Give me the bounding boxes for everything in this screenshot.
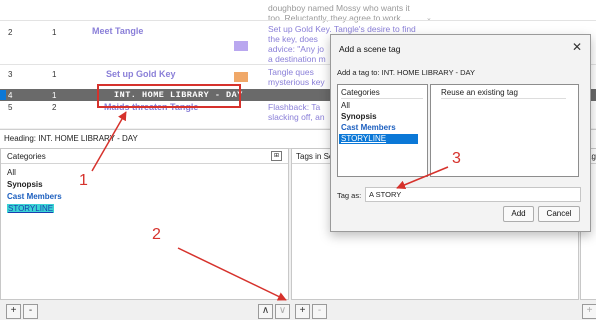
- annotation-arrows: [91, 111, 449, 301]
- annotation-2: 2: [152, 226, 161, 243]
- arrow-3: [396, 166, 449, 190]
- arrow-1: [91, 111, 127, 172]
- annotation-3: 3: [452, 150, 461, 167]
- annotation-1: 1: [79, 172, 88, 189]
- arrow-2: [177, 247, 287, 301]
